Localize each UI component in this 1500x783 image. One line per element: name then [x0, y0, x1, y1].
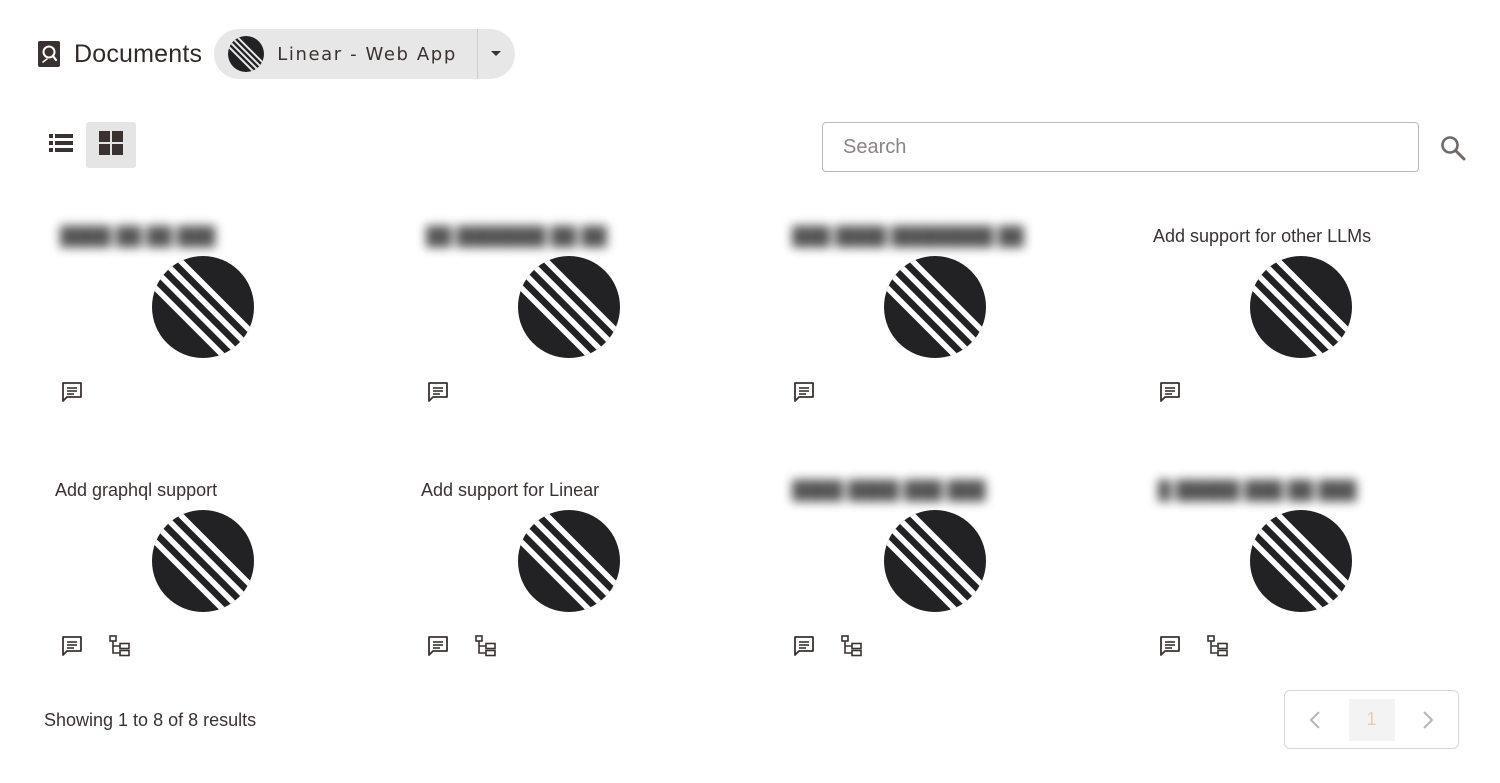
document-card[interactable]: Add graphql support: [40, 472, 380, 682]
search-icon[interactable]: [1439, 134, 1467, 162]
linear-logo-icon: [1250, 510, 1352, 612]
page-title: Documents: [74, 39, 203, 68]
results-summary: Showing 1 to 8 of 8 results: [44, 710, 257, 730]
card-actions: [1158, 380, 1182, 404]
card-title: █ █████ ███ ██ ███: [1158, 480, 1357, 500]
linear-logo-icon: [152, 256, 254, 358]
linear-logo-icon: [518, 510, 620, 612]
linear-logo-icon: [884, 510, 986, 612]
card-title: Add graphql support: [55, 480, 218, 500]
document-card[interactable]: ███ ████ ████████ ██: [772, 218, 1112, 428]
card-actions: [1158, 634, 1230, 658]
hierarchy-icon[interactable]: [108, 634, 132, 658]
comment-icon[interactable]: [792, 380, 816, 404]
comment-icon[interactable]: [1158, 634, 1182, 658]
comment-icon[interactable]: [792, 634, 816, 658]
card-actions: [792, 380, 816, 404]
card-title: ███ ████ ████████ ██: [792, 226, 1024, 246]
comment-icon[interactable]: [426, 380, 450, 404]
card-title: ████ ██ ██ ███: [60, 226, 216, 246]
list-view-icon: [49, 133, 73, 158]
pagination: 1: [1284, 690, 1459, 749]
chevron-right-icon[interactable]: [1414, 706, 1442, 734]
comment-icon[interactable]: [60, 380, 84, 404]
search-input[interactable]: [822, 122, 1419, 172]
chevron-left-icon[interactable]: [1301, 706, 1329, 734]
card-actions: [426, 380, 450, 404]
page-number[interactable]: 1: [1348, 698, 1395, 741]
linear-logo-icon: [1250, 256, 1352, 358]
linear-logo-icon: [152, 510, 254, 612]
card-actions: [426, 634, 498, 658]
hierarchy-icon[interactable]: [1206, 634, 1230, 658]
comment-icon[interactable]: [60, 634, 84, 658]
document-card[interactable]: Add support for Linear: [406, 472, 746, 682]
document-card[interactable]: Add support for other LLMs: [1138, 218, 1478, 428]
hierarchy-icon[interactable]: [840, 634, 864, 658]
list-view-button[interactable]: [36, 122, 86, 168]
project-name: Linear - Web App: [277, 43, 457, 65]
card-title: Add support for other LLMs: [1153, 226, 1372, 246]
linear-logo-icon: [228, 36, 265, 72]
document-card[interactable]: █ █████ ███ ██ ███: [1138, 472, 1478, 682]
document-card[interactable]: ██ ███████ ██ ██: [406, 218, 746, 428]
project-selector[interactable]: Linear - Web App: [214, 29, 515, 79]
hierarchy-icon[interactable]: [474, 634, 498, 658]
view-toggle: [36, 122, 136, 168]
linear-logo-icon: [884, 256, 986, 358]
comment-icon[interactable]: [1158, 380, 1182, 404]
card-title: ████ ████ ███ ███: [792, 480, 986, 500]
document-card[interactable]: ████ ██ ██ ███: [40, 218, 380, 428]
card-actions: [60, 634, 132, 658]
grid-view-button[interactable]: [86, 122, 136, 168]
comment-icon[interactable]: [426, 634, 450, 658]
document-card[interactable]: ████ ████ ███ ███: [772, 472, 1112, 682]
card-title: Add support for Linear: [421, 480, 600, 500]
card-title: ██ ███████ ██ ██: [426, 226, 607, 246]
page-header: Documents Linear - Web App: [38, 28, 515, 80]
linear-logo-icon: [518, 256, 620, 358]
grid-view-icon: [99, 130, 123, 160]
caret-down-icon[interactable]: [478, 29, 515, 79]
card-actions: [792, 634, 864, 658]
card-actions: [60, 380, 84, 404]
document-icon: [38, 41, 60, 67]
